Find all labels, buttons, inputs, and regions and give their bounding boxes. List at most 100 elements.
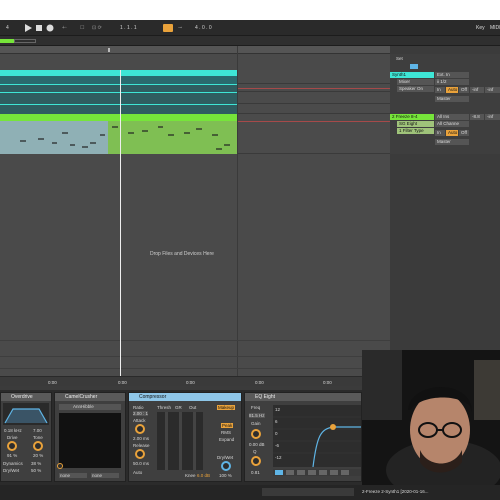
output-select-synth1[interactable]: Master <box>435 96 469 102</box>
time-ruler[interactable]: 0:00 0:00 0:00 0:00 0:00 <box>0 376 390 386</box>
volume-value[interactable]: -8.8 <box>470 114 484 120</box>
plugin-slot-2[interactable]: none <box>91 473 119 478</box>
automation-arm-icon[interactable]: ☐ <box>80 24 84 32</box>
input-type-select-2[interactable]: All Ins <box>435 114 469 120</box>
plugin-knob[interactable] <box>57 463 63 469</box>
auto-release-button[interactable]: Auto <box>133 470 142 475</box>
dynamics-value[interactable]: 38 % <box>31 461 41 466</box>
drive-knob[interactable] <box>7 441 17 451</box>
attack-knob[interactable] <box>135 424 145 434</box>
band-2-button[interactable] <box>286 470 294 475</box>
overdub-icon[interactable]: +◦ <box>62 24 67 32</box>
input-type-select[interactable]: Ext. In <box>435 72 469 78</box>
send-value-2[interactable]: -inf <box>485 114 500 120</box>
clip-automation-2[interactable] <box>0 92 237 104</box>
device-title[interactable]: CamelCrusher <box>55 393 125 401</box>
attack-value[interactable]: 2.00 ms <box>133 436 149 441</box>
loop-switch[interactable] <box>163 24 173 32</box>
device-compressor[interactable]: Compressor Ratio 2.00 : 1 Attack 2.00 ms… <box>128 392 242 482</box>
tone-value[interactable]: 20 % <box>33 453 43 458</box>
input-channel-select[interactable]: ii 1/2 <box>435 79 469 85</box>
eq-band-selectors[interactable] <box>273 469 361 476</box>
knee-value[interactable]: 6.0 dB <box>197 473 210 478</box>
peak-button[interactable]: Peak <box>221 423 234 428</box>
band-5-button[interactable] <box>319 470 327 475</box>
automation-line <box>237 88 390 89</box>
monitor-off-button[interactable]: Off <box>459 87 469 93</box>
track-name-freeze[interactable]: 2 Freeze 8-4 <box>390 114 434 120</box>
eq-curve-display[interactable] <box>273 405 361 467</box>
plugin-display[interactable] <box>59 413 121 468</box>
release-value[interactable]: 50.0 ms <box>133 461 149 466</box>
band-7-button[interactable] <box>341 470 349 475</box>
filter-curve-display[interactable] <box>3 403 49 425</box>
punch-icon[interactable]: ⊸ <box>178 24 182 32</box>
mixer-header: Set <box>396 56 403 61</box>
arrangement-overview[interactable] <box>0 36 500 46</box>
freq-value[interactable]: 81.5 Hz <box>249 413 265 418</box>
q-value[interactable]: 0.81 <box>251 470 260 475</box>
midi-map-button[interactable]: MIDI <box>490 24 500 32</box>
band-3-button[interactable] <box>297 470 305 475</box>
expand-button[interactable]: Expand <box>219 437 234 442</box>
send-b-value[interactable]: -inf <box>485 87 500 93</box>
release-knob[interactable] <box>135 449 145 459</box>
device-camelcrusher[interactable]: CamelCrusher AnnHibble none none <box>54 392 126 482</box>
stop-icon[interactable] <box>35 24 43 32</box>
gain-value[interactable]: 0.00 dB <box>249 442 265 447</box>
device-select-freeze[interactable]: SG Eight <box>397 121 434 127</box>
tempo-digit[interactable]: 4 <box>6 24 9 32</box>
record-icon[interactable] <box>46 24 54 32</box>
compressor-meters[interactable] <box>157 412 203 470</box>
device-select-synth1[interactable]: Speaker On <box>397 86 434 92</box>
drywet-knob[interactable] <box>221 461 231 471</box>
rms-button[interactable]: RMS <box>221 430 231 435</box>
lane-divider <box>0 368 390 369</box>
makeup-button[interactable]: Makeup <box>217 405 236 410</box>
monitor-in-button[interactable]: In <box>435 87 445 93</box>
q-knob[interactable] <box>251 456 261 466</box>
clip-header-freeze[interactable] <box>0 114 237 121</box>
ratio-value[interactable]: 2.00 : 1 <box>133 411 149 416</box>
overdrive-width[interactable]: 7.00 <box>33 428 42 433</box>
preset-select[interactable]: AnnHibble <box>59 404 121 410</box>
top-bar <box>0 0 500 20</box>
device-overdrive[interactable]: Overdrive 0.18 kHz 7.00 Drive Tone 91 % … <box>0 392 52 482</box>
input-channel-select-2[interactable]: All Channe <box>435 121 469 127</box>
plugin-slot-1[interactable]: none <box>59 473 87 478</box>
io-toggle[interactable] <box>410 64 418 69</box>
track-name-synth1[interactable]: Synth1 <box>390 72 434 78</box>
drywet-value[interactable]: 50 % <box>31 468 41 473</box>
tone-knob[interactable] <box>33 441 43 451</box>
output-select-freeze[interactable]: Master <box>435 139 469 145</box>
clip-body-synth1[interactable] <box>0 76 237 84</box>
play-icon[interactable] <box>24 24 32 32</box>
overdrive-freq[interactable]: 0.18 kHz <box>4 428 22 433</box>
overview-viewport[interactable] <box>14 39 36 43</box>
drive-value[interactable]: 91 % <box>7 453 17 458</box>
band-6-button[interactable] <box>330 470 338 475</box>
send-a-value[interactable]: -inf <box>470 87 484 93</box>
monitor-off-button-2[interactable]: Off <box>459 130 469 136</box>
band-4-button[interactable] <box>308 470 316 475</box>
band-1-button[interactable] <box>275 470 283 475</box>
gain-knob[interactable] <box>251 429 261 439</box>
monitor-auto-button[interactable]: Auto <box>446 87 458 93</box>
monitor-auto-button-2[interactable]: Auto <box>446 130 458 136</box>
clip-automation-3[interactable] <box>0 104 237 114</box>
monitor-in-button-2[interactable]: In <box>435 130 445 136</box>
filter-type-select[interactable]: 1 Filter Type <box>397 128 434 134</box>
playhead[interactable] <box>120 70 121 382</box>
session-record-icon[interactable]: ⊡ ⟳ <box>92 24 102 32</box>
device-title[interactable]: Compressor <box>129 393 241 401</box>
loop-length[interactable]: 4 . 0 . 0 <box>195 24 212 32</box>
arrangement-position[interactable]: 1 . 1 . 1 <box>120 24 137 32</box>
device-eq-eight[interactable]: EQ Eight Freq 81.5 Hz Gain 0.00 dB Q 0.8… <box>244 392 362 482</box>
drywet-value[interactable]: 100 % <box>219 473 232 478</box>
clip-automation-1[interactable] <box>0 84 237 92</box>
q-label: Q <box>253 449 257 454</box>
beat-ruler[interactable] <box>0 46 390 54</box>
device-title[interactable]: EQ Eight <box>245 393 361 401</box>
key-map-button[interactable]: Key <box>476 24 485 32</box>
device-title[interactable]: Overdrive <box>1 393 51 401</box>
